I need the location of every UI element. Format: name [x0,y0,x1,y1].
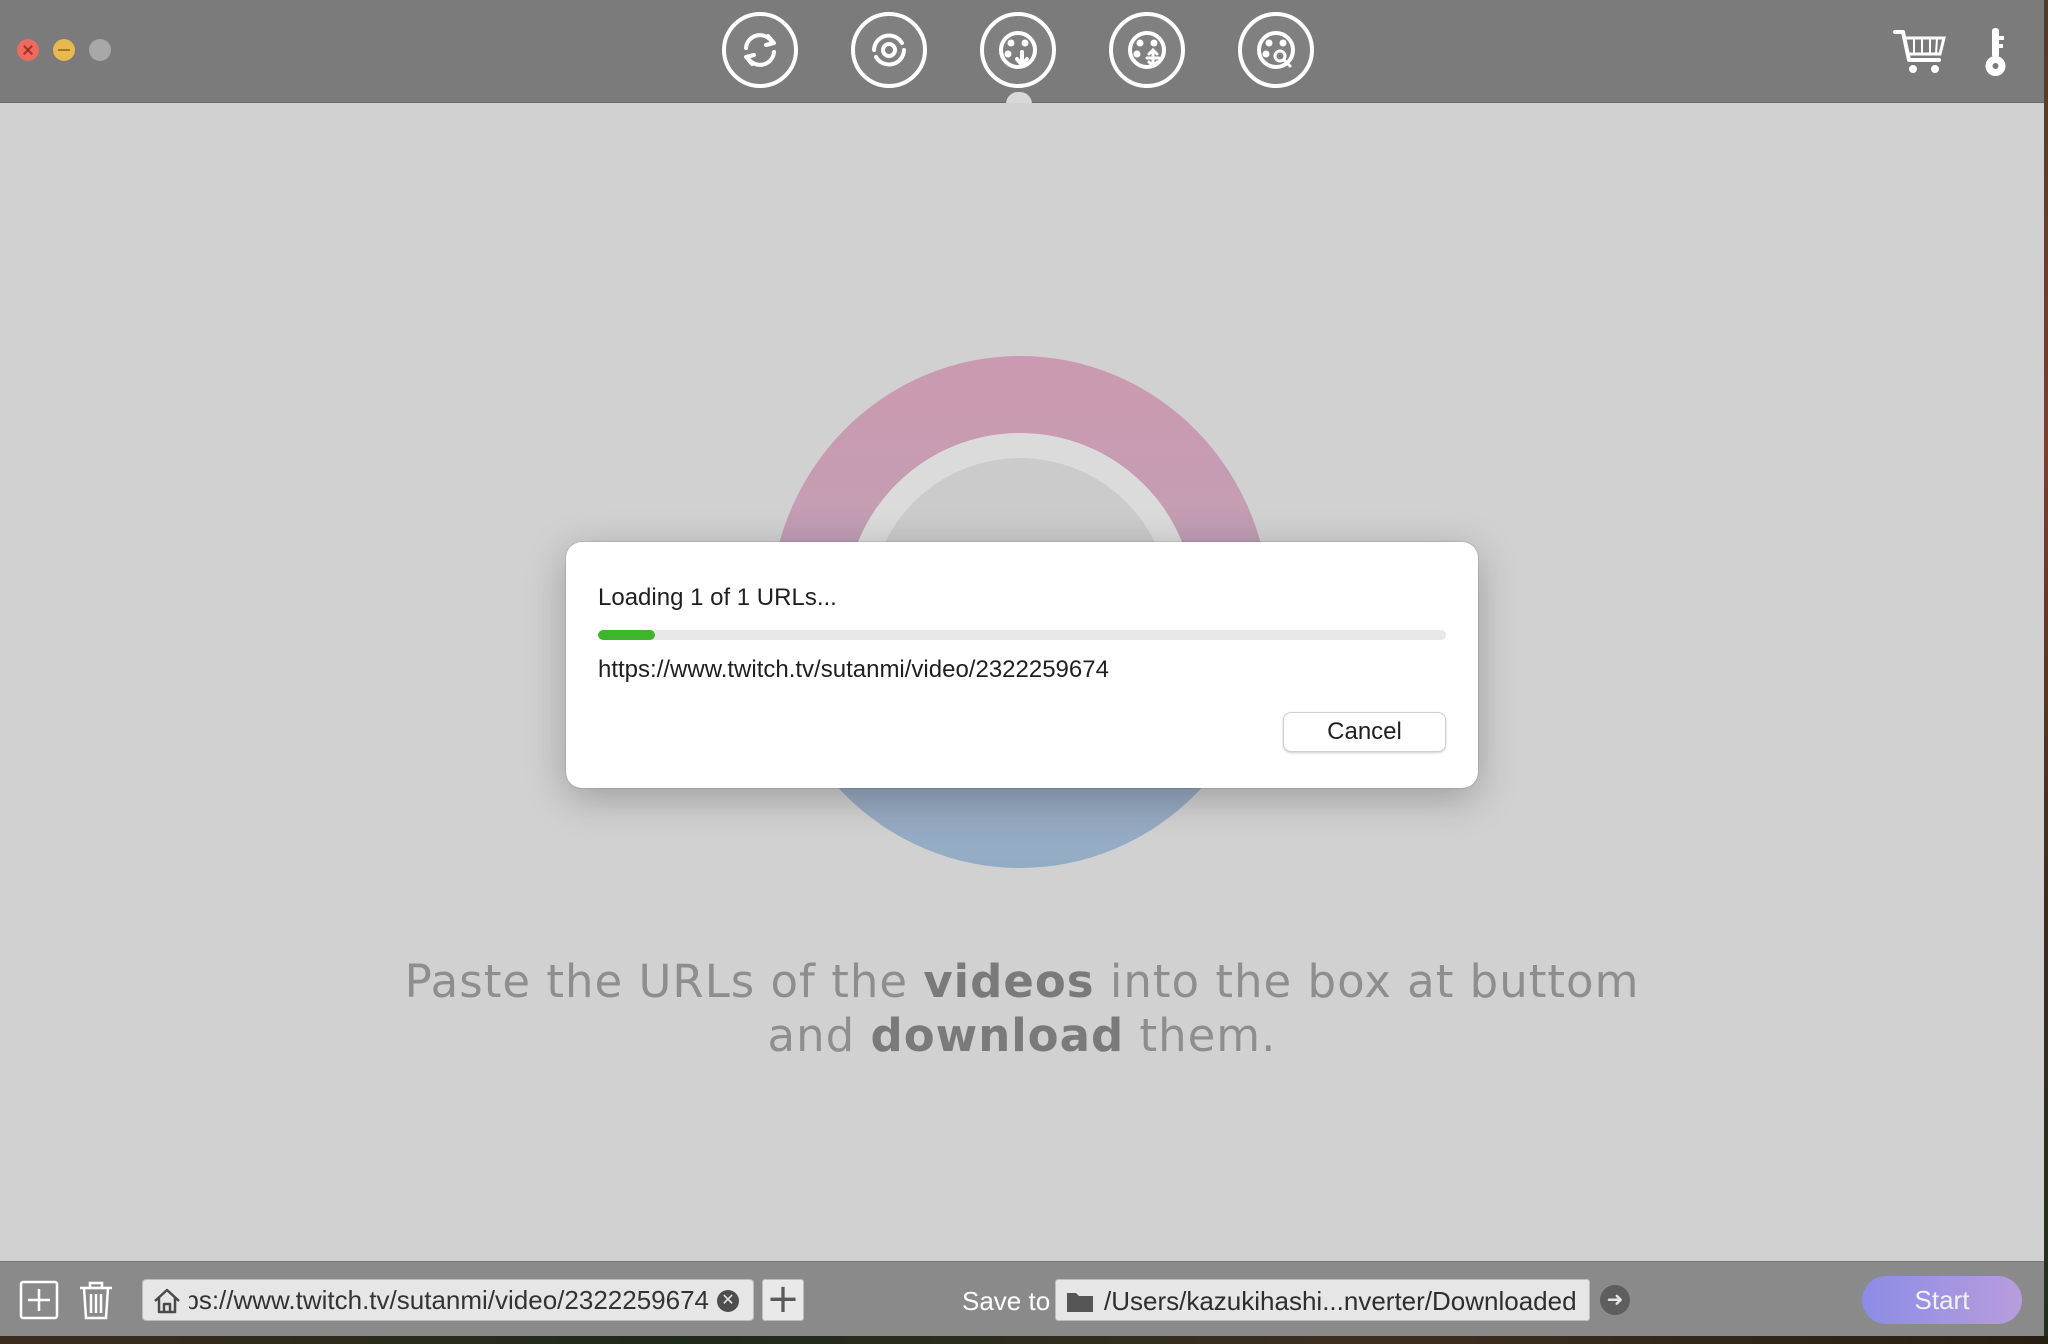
download-tool-button[interactable] [980,12,1056,88]
instruction-text: Paste the URLs of the videos into the bo… [0,955,2044,1063]
zoom-window-button[interactable] [89,39,111,61]
add-url-button[interactable]: + [762,1279,804,1321]
hint-emphasis: videos [923,955,1095,1008]
bottom-bar: ✕ + Save to /Users/kazukihashi...nverter… [0,1261,2044,1336]
hint-emphasis: download [870,1009,1125,1062]
rotate-convert-icon [872,33,906,67]
app-window: Paste the URLs of the videos into the bo… [0,0,2044,1336]
compress-tool-button[interactable] [1109,12,1185,88]
hint-text: and [767,1009,871,1062]
hint-text: into the box at buttom [1094,955,1640,1008]
desktop-edge [2044,0,2048,1344]
film-compress-icon [1128,31,1166,69]
toolbar [0,0,2044,104]
search-tool-button[interactable] [1238,12,1314,88]
cart-icon[interactable] [1892,26,1948,76]
trash-icon[interactable] [76,1280,116,1320]
hint-text: them. [1124,1009,1277,1062]
home-icon[interactable] [153,1288,181,1314]
add-icon[interactable] [19,1280,59,1320]
clear-input-icon[interactable]: ✕ [717,1290,739,1312]
save-to-label: Save to [962,1286,1051,1316]
convert-icon [744,33,776,67]
url-field: ✕ [142,1279,754,1321]
film-search-icon [1257,31,1295,69]
convert-tool-button[interactable] [722,12,798,88]
loading-url: https://www.twitch.tv/sutanmi/video/2322… [598,656,1109,683]
key-icon[interactable] [1980,26,2010,78]
close-window-button[interactable] [17,39,39,61]
rotate-convert-tool-button[interactable] [851,12,927,88]
minimize-window-button[interactable] [53,39,75,61]
cancel-button[interactable]: Cancel [1283,712,1446,752]
loading-dialog: Loading 1 of 1 URLs... https://www.twitc… [566,542,1478,788]
url-input[interactable] [189,1284,709,1316]
folder-icon [1067,1293,1093,1312]
film-download-icon [999,31,1037,69]
save-path-text: /Users/kazukihashi...nverter/Downloaded [1104,1286,1577,1316]
progress-fill [598,630,655,640]
desktop-background [0,1336,2048,1344]
save-path-field[interactable]: /Users/kazukihashi...nverter/Downloaded [1055,1279,1590,1321]
dialog-title: Loading 1 of 1 URLs... [598,584,837,611]
open-folder-arrow-icon[interactable]: ➜ [1600,1285,1630,1315]
start-button[interactable]: Start [1862,1276,2022,1324]
progress-bar [598,630,1446,640]
hint-text: Paste the URLs of the [404,955,924,1008]
